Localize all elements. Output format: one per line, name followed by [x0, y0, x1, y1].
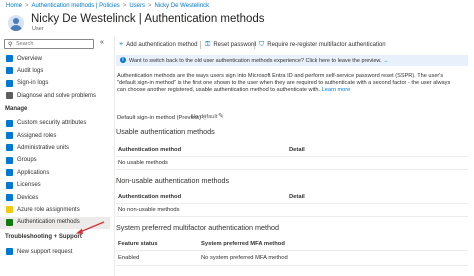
- feature-status-value: Enabled: [118, 255, 140, 261]
- table-header-divider: [116, 156, 468, 157]
- sidebar-item-new-support-request[interactable]: New support request: [0, 246, 110, 258]
- admin-units-icon: [6, 144, 13, 152]
- breadcrumb-auth-policies[interactable]: Authentication methods | Policies: [32, 3, 120, 9]
- sidebar-item-groups[interactable]: Groups: [0, 155, 110, 167]
- arrow-icon: →: [383, 57, 389, 64]
- add-authentication-method-button[interactable]: + Add authentication method: [119, 41, 197, 48]
- sidebar-search[interactable]: ⚲: [4, 39, 94, 49]
- assigned-roles-icon: [6, 132, 13, 139]
- description-text: Authentication methods are the ways user…: [117, 73, 451, 94]
- search-icon: ⚲: [8, 42, 13, 48]
- system-mfa-method-value: No system preferred MFA method: [201, 255, 288, 261]
- shield-icon: ⛉: [259, 41, 265, 48]
- default-sign-in-value: No default: [191, 114, 218, 120]
- info-icon: i: [120, 57, 126, 63]
- sidebar-item-overview[interactable]: Overview: [0, 53, 110, 65]
- edit-icon[interactable]: ✎: [218, 112, 224, 120]
- collapse-sidebar-icon[interactable]: «: [100, 39, 104, 46]
- sidebar-item-sign-in-logs[interactable]: Sign-in logs: [0, 78, 110, 90]
- sidebar-heading-support: Troubleshooting + Support: [5, 234, 82, 241]
- sidebar-item-label: New support request: [17, 248, 73, 255]
- sidebar-item-label: Diagnose and solve problems: [17, 92, 97, 99]
- column-header-method: Authentication method: [118, 194, 182, 200]
- overview-icon: [6, 55, 13, 62]
- table-header-divider: [116, 203, 468, 204]
- sidebar-item-custom-security-attributes[interactable]: Custom security attributes: [0, 118, 110, 130]
- sidebar-item-applications[interactable]: Applications: [0, 167, 110, 179]
- breadcrumb-separator: >: [25, 3, 29, 9]
- user-avatar-icon: [8, 15, 24, 31]
- page-subtitle: User: [32, 26, 44, 32]
- sidebar-item-label: Licenses: [17, 182, 41, 189]
- system-mfa-title: System preferred multifactor authenticat…: [116, 223, 279, 232]
- non-usable-methods-title: Non-usable authentication methods: [116, 176, 230, 185]
- sign-in-logs-icon: [6, 79, 13, 87]
- sidebar-divider: [114, 36, 115, 276]
- column-header-detail: Detail: [289, 194, 305, 200]
- require-reregister-mfa-button[interactable]: ⛉ Require re-register multifactor authent…: [259, 41, 386, 49]
- column-header-system-mfa-method: System preferred MFA method: [201, 241, 285, 247]
- sidebar-item-label: Applications: [17, 169, 50, 176]
- sidebar-item-label: Sign-in logs: [17, 80, 49, 87]
- sidebar-item-licenses[interactable]: Licenses: [0, 180, 110, 192]
- custom-attributes-icon: [6, 119, 13, 127]
- breadcrumb-users[interactable]: Users: [129, 3, 145, 9]
- sidebar-item-label: Authentication methods: [17, 219, 80, 226]
- sidebar-heading-manage: Manage: [5, 105, 28, 112]
- learn-more-link[interactable]: Learn more: [322, 87, 351, 93]
- table-header-divider: [116, 250, 468, 251]
- breadcrumb: Home > Authentication methods | Policies > U…: [6, 3, 209, 9]
- support-request-icon: [6, 248, 13, 256]
- table-divider: [116, 216, 468, 217]
- sidebar-item-azure-role-assignments[interactable]: Azure role assignments: [0, 204, 110, 216]
- column-header-detail: Detail: [289, 147, 305, 153]
- page-title: Nicky De Westelinck | Authentication met…: [31, 13, 265, 25]
- breadcrumb-separator: >: [122, 3, 127, 9]
- reset-password-button[interactable]: ⚿ Reset password: [205, 41, 256, 49]
- sidebar-item-audit-logs[interactable]: Audit logs: [0, 65, 110, 77]
- authentication-methods-icon: [6, 218, 13, 226]
- groups-icon: [6, 156, 13, 164]
- applications-icon: [6, 169, 13, 177]
- column-header-method: Authentication method: [118, 147, 182, 153]
- info-bar-text[interactable]: Want to switch back to the old user auth…: [129, 58, 389, 64]
- table-divider: [116, 169, 468, 170]
- sidebar-item-label: Groups: [17, 157, 37, 164]
- licenses-icon: [6, 181, 13, 189]
- add-icon: +: [119, 41, 124, 48]
- sidebar-item-label: Administrative units: [17, 144, 70, 151]
- azure-roles-icon: [6, 206, 13, 214]
- sidebar-item-authentication-methods[interactable]: Authentication methods: [0, 216, 110, 229]
- sidebar-item-assigned-roles[interactable]: Assigned roles: [0, 130, 110, 142]
- usable-methods-title: Usable authentication methods: [116, 127, 215, 136]
- sidebar-item-label: Assigned roles: [17, 132, 57, 139]
- sidebar-item-label: Azure role assignments: [17, 206, 80, 213]
- breadcrumb-home[interactable]: Home: [6, 3, 22, 9]
- sidebar-item-administrative-units[interactable]: Administrative units: [0, 142, 110, 154]
- sidebar-item-label: Overview: [17, 55, 43, 62]
- toolbar-divider: [254, 41, 255, 49]
- more-options-icon[interactable]: ···: [198, 12, 209, 22]
- devices-icon: [6, 194, 13, 201]
- sidebar-item-label: Devices: [17, 194, 39, 201]
- sidebar-item-label: Audit logs: [17, 67, 44, 74]
- sidebar-item-diagnose-and-solve-problems[interactable]: Diagnose and solve problems: [0, 90, 110, 102]
- toolbar-divider: [200, 41, 201, 49]
- sidebar-item-label: Custom security attributes: [17, 120, 87, 127]
- breadcrumb-user[interactable]: Nicky De Westelinck: [155, 3, 210, 9]
- usable-empty-message: No usable methods: [118, 160, 168, 166]
- column-header-feature-status: Feature status: [118, 241, 158, 247]
- audit-logs-icon: [6, 67, 13, 75]
- sidebar-item-devices[interactable]: Devices: [0, 192, 110, 204]
- search-input[interactable]: [16, 40, 78, 48]
- breadcrumb-separator: >: [148, 3, 152, 9]
- preview-info-bar[interactable]: i Want to switch back to the old user au…: [116, 55, 468, 66]
- key-icon: ⚿: [205, 41, 211, 48]
- diagnose-icon: [6, 92, 13, 100]
- table-divider: [116, 265, 468, 266]
- non-usable-empty-message: No non-usable methods: [118, 207, 180, 213]
